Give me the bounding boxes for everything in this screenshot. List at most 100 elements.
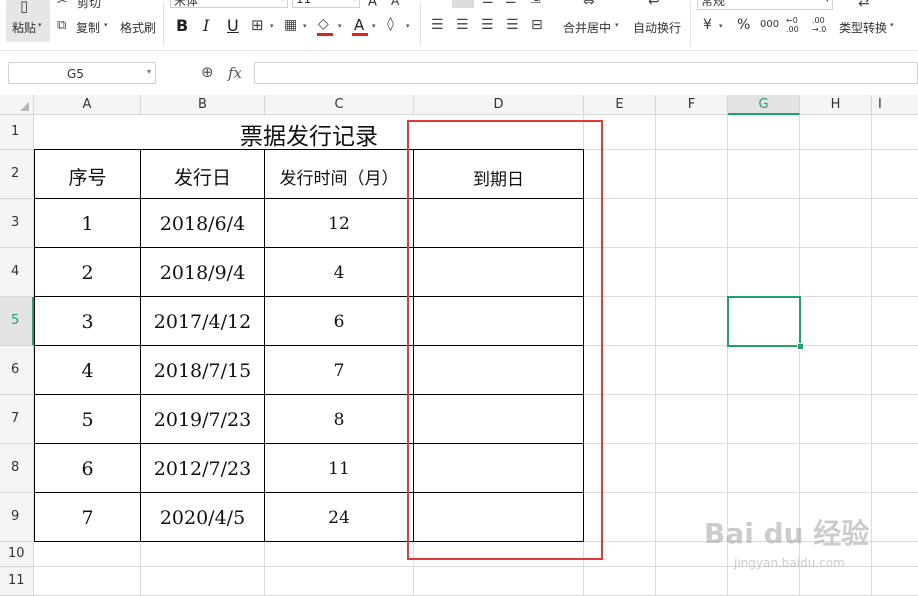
orientation-icon[interactable]: ⇲ — [530, 0, 541, 8]
align-middle-icon[interactable]: ☰ — [482, 0, 494, 8]
header-issue-date[interactable]: 发行日 — [141, 163, 264, 190]
copy-icon: ⧉ — [57, 18, 67, 33]
align-right-icon[interactable]: ☰ — [481, 17, 494, 33]
cell-index[interactable]: 4 — [35, 360, 140, 382]
cut-label[interactable]: 剪切 — [77, 0, 101, 11]
row-header-1[interactable]: 1 — [0, 115, 34, 150]
row-header-8[interactable]: 8 — [0, 444, 34, 493]
decrease-font-icon[interactable]: A- — [391, 0, 402, 8]
row-header-3[interactable]: 3 — [0, 199, 34, 248]
justify-icon[interactable]: ☰ — [506, 17, 519, 33]
column-header-g[interactable]: G — [728, 95, 800, 115]
percent-button[interactable]: % — [737, 17, 750, 33]
column-header-b[interactable]: B — [141, 95, 265, 115]
column-header-i[interactable]: I — [872, 95, 918, 115]
cell-index[interactable]: 6 — [35, 458, 140, 480]
select-all-corner[interactable] — [0, 95, 34, 115]
row-header-6[interactable]: 6 — [0, 346, 34, 395]
align-top-button[interactable] — [452, 0, 474, 8]
chevron-down-icon: ▾ — [303, 22, 307, 30]
chevron-down-icon: ▾ — [280, 0, 284, 3]
cell-index[interactable]: 7 — [35, 507, 140, 529]
cell-months[interactable]: 6 — [265, 312, 413, 332]
wrap-text-button[interactable]: 自动换行 — [633, 19, 681, 36]
formula-input[interactable] — [254, 62, 918, 84]
copy-button[interactable]: 复制 — [76, 19, 100, 36]
cell-issue-date[interactable]: 2018/9/4 — [141, 262, 264, 284]
row-header-10[interactable]: 10 — [0, 542, 34, 567]
fx-button[interactable]: fx — [228, 64, 242, 82]
align-bottom-icon[interactable]: ☰ — [505, 0, 517, 8]
decrease-decimal-icon[interactable]: .00 →.0 — [812, 16, 826, 34]
cell-issue-date[interactable]: 2020/4/5 — [141, 507, 264, 529]
row-header-5[interactable]: 5 — [0, 297, 34, 346]
row-header-4[interactable]: 4 — [0, 248, 34, 297]
type-convert-button[interactable]: 类型转换 — [839, 19, 887, 36]
merge-cells-icon: ⇔ — [583, 0, 595, 10]
row-header-11[interactable]: 11 — [0, 567, 34, 596]
cell-index[interactable]: 3 — [35, 311, 140, 333]
cell-issue-date[interactable]: 2018/6/4 — [141, 213, 264, 235]
chevron-down-icon: ▾ — [825, 0, 829, 4]
chevron-down-icon: ▾ — [719, 22, 723, 30]
name-box[interactable]: G5 ▾ — [8, 62, 156, 84]
align-center-icon[interactable]: ☰ — [456, 17, 469, 33]
column-header-h[interactable]: H — [800, 95, 872, 115]
active-cell-selection[interactable] — [727, 296, 801, 347]
row-header-9[interactable]: 9 — [0, 493, 34, 542]
cell-months[interactable]: 11 — [265, 459, 413, 479]
corner-triangle-icon — [20, 102, 29, 111]
cell-issue-date[interactable]: 2018/7/15 — [141, 360, 264, 382]
column-header-d[interactable]: D — [414, 95, 584, 115]
paste-button[interactable]: ▯ 粘贴 ▾ — [6, 0, 50, 42]
cell-issue-date[interactable]: 2017/4/12 — [141, 311, 264, 333]
increase-font-icon[interactable]: A+ — [368, 0, 383, 9]
row-header-2[interactable]: 2 — [0, 150, 34, 199]
column-header-a[interactable]: A — [34, 95, 141, 115]
zoom-icon[interactable]: ⊕ — [201, 64, 214, 80]
column-header-f[interactable]: F — [656, 95, 728, 115]
currency-button[interactable]: ¥ — [703, 17, 712, 33]
watermark-brand: Bai du 经验 — [704, 517, 870, 550]
font-size-select[interactable]: 11 ▾ — [292, 0, 360, 8]
border-icon[interactable]: ⊞ — [251, 17, 264, 33]
merge-center-button[interactable]: 合并居中 — [563, 19, 611, 36]
cell-months[interactable]: 12 — [265, 214, 413, 234]
cell-index[interactable]: 5 — [35, 409, 140, 431]
toolbar-divider — [690, 2, 691, 46]
align-left-icon[interactable]: ☰ — [431, 17, 444, 33]
fill-color-icon[interactable]: ◇ — [318, 16, 329, 32]
font-name-select[interactable]: 宋体 ▾ — [170, 0, 288, 8]
column-header-e[interactable]: E — [584, 95, 656, 115]
chevron-down-icon: ▾ — [352, 0, 356, 3]
header-index[interactable]: 序号 — [35, 163, 140, 190]
cell-index[interactable]: 2 — [35, 262, 140, 284]
header-months[interactable]: 发行时间（月） — [265, 164, 413, 189]
font-color-icon[interactable]: A — [354, 16, 364, 34]
row-header-7[interactable]: 7 — [0, 395, 34, 444]
cell-months[interactable]: 7 — [265, 361, 413, 381]
increase-decimal-icon[interactable]: ←0.00 — [786, 16, 799, 34]
chevron-down-icon: ▾ — [270, 22, 274, 30]
cell-issue-date[interactable]: 2012/7/23 — [141, 458, 264, 480]
column-header-c[interactable]: C — [265, 95, 414, 115]
cell-months[interactable]: 24 — [265, 508, 413, 528]
toolbar-divider — [420, 2, 421, 46]
cell-style-icon[interactable]: ▦ — [284, 17, 297, 33]
number-format-select[interactable]: 常规 ▾ — [697, 0, 833, 10]
cell-months[interactable]: 8 — [265, 410, 413, 430]
chevron-down-icon: ▾ — [38, 21, 42, 29]
thousands-button[interactable]: 000 — [760, 19, 779, 30]
underline-button[interactable]: U — [227, 16, 239, 35]
italic-button[interactable]: I — [203, 16, 209, 35]
eraser-icon[interactable]: ◊ — [387, 16, 394, 32]
cell-issue-date[interactable]: 2019/7/23 — [141, 409, 264, 431]
bold-button[interactable]: B — [176, 16, 188, 35]
cell-months[interactable]: 4 — [265, 263, 413, 283]
fill-handle[interactable] — [797, 343, 804, 350]
type-convert-icon: ⇄ — [858, 0, 870, 10]
distributed-icon[interactable]: ⊟ — [531, 17, 543, 33]
cell-index[interactable]: 1 — [35, 213, 140, 235]
format-painter-button[interactable]: 格式刷 — [120, 19, 156, 36]
scissors-icon[interactable]: ✂ — [57, 0, 68, 10]
